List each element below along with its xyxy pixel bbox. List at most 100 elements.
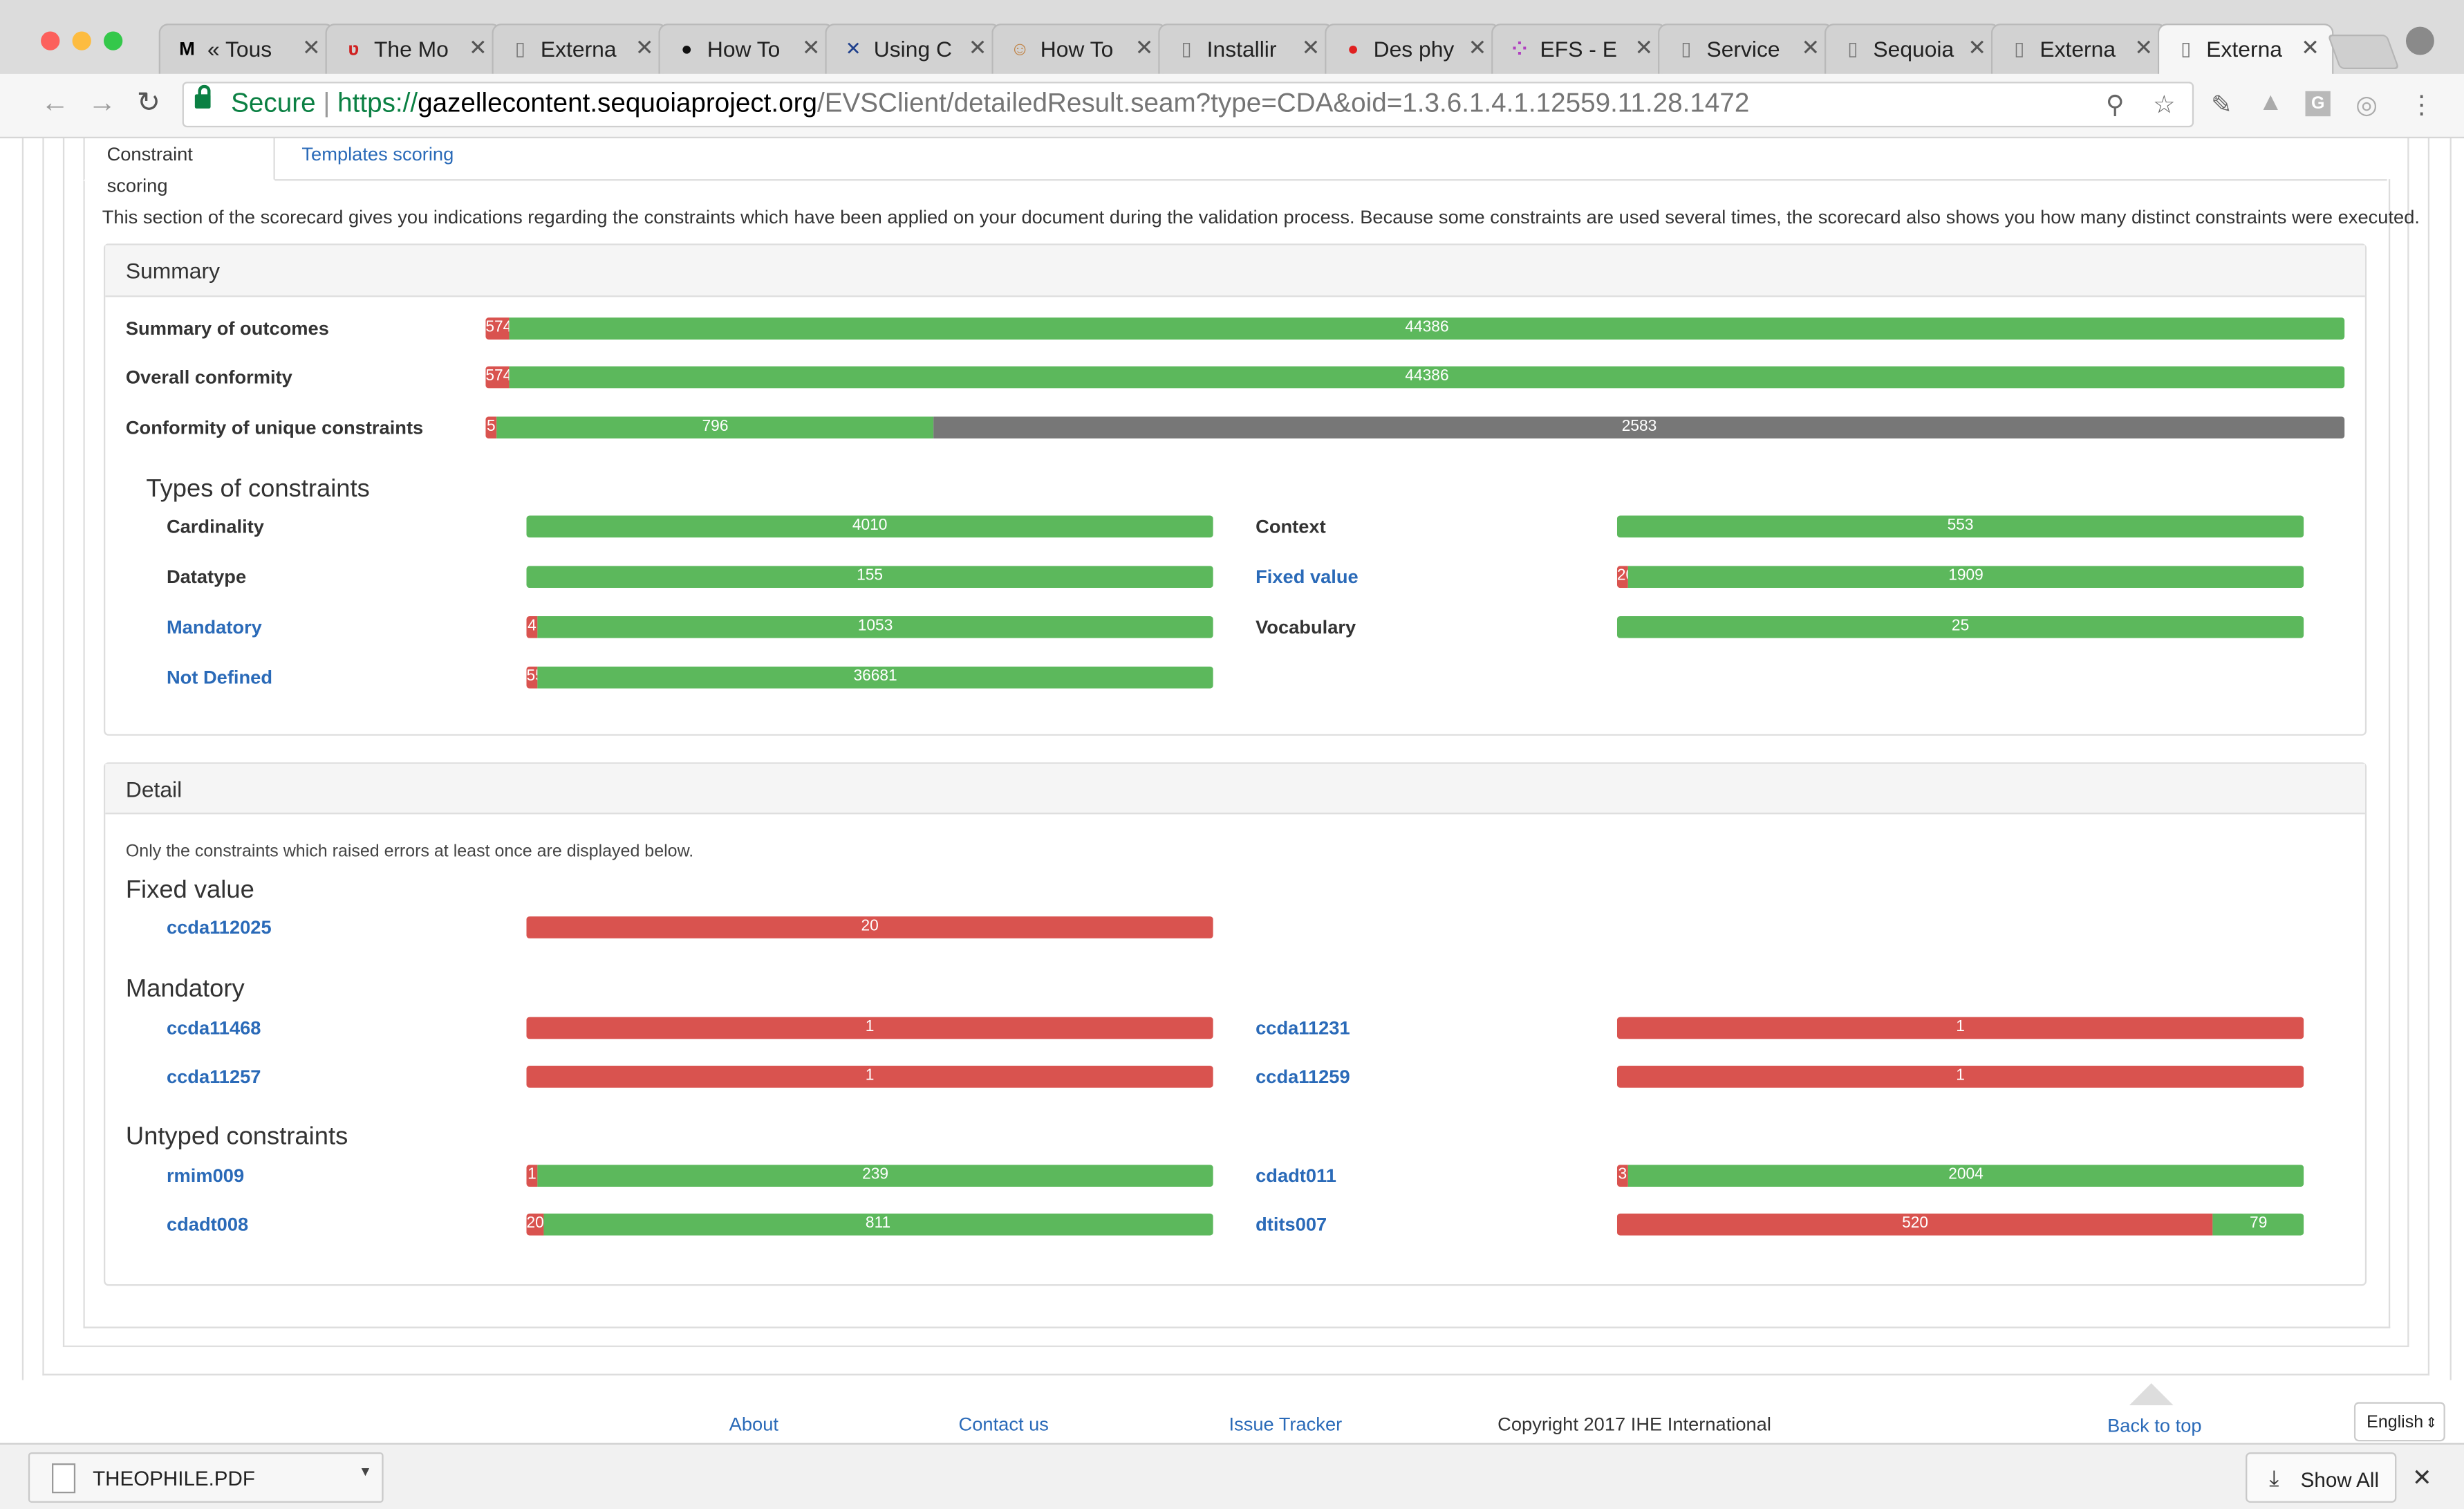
summary-title: Summary — [105, 245, 2365, 297]
back-to-top-arrow-icon — [2129, 1383, 2174, 1405]
lock-icon — [194, 84, 211, 109]
browser-tab[interactable]: ● Des phy ✕ — [1325, 24, 1501, 74]
constraint-label: Vocabulary — [1256, 615, 1356, 638]
progress-bar: 1 239 — [526, 1165, 1213, 1187]
browser-tab[interactable]: ʋ The Mo ✕ — [325, 24, 502, 74]
profile-icon[interactable] — [2405, 26, 2434, 55]
drive-extension-icon[interactable]: ▲ — [2258, 90, 2283, 118]
forward-arrow-icon[interactable]: → — [88, 86, 116, 120]
constraint-link[interactable]: cdadt008 — [167, 1214, 248, 1236]
close-tab-icon[interactable]: ✕ — [2301, 35, 2320, 62]
browser-tab[interactable]: ● How To ✕ — [658, 24, 834, 74]
constraint-link[interactable]: cdadt011 — [1256, 1165, 1336, 1187]
page-icon: ▯ — [1681, 37, 1692, 60]
show-all-button[interactable]: ⤓ Show All — [2246, 1452, 2397, 1503]
close-tab-icon[interactable]: ✕ — [802, 35, 821, 62]
error-segment: 3 — [1616, 1165, 1628, 1187]
constraint-link[interactable]: Fixed value — [1256, 566, 1359, 588]
wrench-extension-icon[interactable]: ✎ — [2211, 90, 2232, 121]
url-text[interactable]: Secure | https://gazellecontent.sequoiap… — [231, 88, 1749, 119]
browser-tab[interactable]: M « Tous ✕ — [158, 24, 335, 74]
constraint-link[interactable]: ccda11257 — [167, 1066, 261, 1088]
constraint-link[interactable]: ccda11231 — [1256, 1017, 1350, 1039]
summary-row-label: Conformity of unique constraints — [125, 416, 424, 439]
tab-constraint-scoring[interactable]: Constraint scoring — [83, 138, 275, 196]
maximize-window-button[interactable] — [104, 31, 123, 50]
close-tab-icon[interactable]: ✕ — [469, 35, 487, 62]
close-icon[interactable]: ✕ — [2412, 1463, 2432, 1492]
summary-row-label: Summary of outcomes — [125, 317, 329, 340]
contact-link[interactable]: Contact us — [959, 1413, 1049, 1435]
browser-tab[interactable]: ⁘ EFS - E ✕ — [1491, 24, 1668, 74]
tab-title: The Mo — [373, 36, 449, 62]
constraint-link[interactable]: ccda112025 — [167, 916, 272, 938]
language-select[interactable]: English ⇕ — [2353, 1402, 2445, 1442]
file-icon — [52, 1463, 76, 1494]
close-tab-icon[interactable]: ✕ — [1968, 35, 1986, 62]
minimize-window-button[interactable] — [72, 31, 91, 50]
close-tab-icon[interactable]: ✕ — [1302, 35, 1320, 62]
success-segment: 44386 — [509, 366, 2345, 389]
close-tab-icon[interactable]: ✕ — [1135, 35, 1154, 62]
github-icon: ● — [681, 37, 693, 60]
close-window-button[interactable] — [41, 31, 60, 50]
back-to-top-link[interactable]: Back to top — [2107, 1415, 2201, 1437]
bookmark-star-icon[interactable]: ☆ — [2153, 90, 2176, 121]
browser-tab[interactable]: ▯ Externa ✕ — [492, 24, 669, 74]
types-title: Types of constraints — [146, 476, 370, 503]
show-all-label: Show All — [2300, 1468, 2380, 1492]
error-segment: 20 — [526, 916, 1213, 938]
back-arrow-icon[interactable]: ← — [41, 86, 69, 120]
url-scheme: https:// — [337, 88, 418, 118]
zoom-search-icon[interactable]: ⚲ — [2106, 90, 2125, 121]
tab-title: EFS - E — [1540, 36, 1617, 62]
close-tab-icon[interactable]: ✕ — [302, 35, 321, 62]
language-value: English — [2367, 1413, 2424, 1432]
browser-tab[interactable]: ✕ Using C ✕ — [825, 24, 1001, 74]
constraint-link[interactable]: ccda11468 — [167, 1017, 261, 1039]
browser-tab[interactable]: ▯ Externa ✕ — [2157, 24, 2334, 76]
success-segment: 155 — [526, 566, 1213, 589]
browser-tab[interactable]: ▯ Sequoia ✕ — [1824, 24, 2001, 74]
error-segment: 1 — [526, 1066, 1213, 1088]
constraint-link[interactable]: Mandatory — [167, 616, 262, 638]
menu-dots-icon[interactable]: ⋮ — [2409, 90, 2434, 121]
close-tab-icon[interactable]: ✕ — [2134, 35, 2153, 62]
browser-tab[interactable]: ▯ Service ✕ — [1658, 24, 1834, 74]
progress-bar: 201909 — [1616, 566, 2304, 589]
chevron-down-icon[interactable]: ▾ — [362, 1463, 369, 1481]
close-tab-icon[interactable]: ✕ — [1468, 35, 1487, 62]
browser-tab[interactable]: ▯ Externa ✕ — [1990, 24, 2167, 74]
browser-tab[interactable]: ☺ How To ✕ — [991, 24, 1168, 74]
constraint-link[interactable]: Not Defined — [167, 667, 272, 689]
reload-icon[interactable]: ↻ — [137, 86, 160, 120]
browser-window: M « Tous ✕ ʋ The Mo ✕ ▯ Externa ✕ ● How To ✕ ✕ Using … — [0, 0, 2464, 1509]
progress-bar: 3 2004 — [1616, 1165, 2304, 1187]
error-segment: 1 — [1616, 1017, 2304, 1039]
error-segment: 520 — [1616, 1213, 2214, 1236]
close-tab-icon[interactable]: ✕ — [969, 35, 987, 62]
circle-extension-icon[interactable]: ◎ — [2355, 90, 2378, 121]
about-link[interactable]: About — [729, 1413, 778, 1435]
success-segment: 36681 — [537, 666, 1213, 689]
progress-bar: 1 — [526, 1066, 1213, 1088]
browser-tab[interactable]: ▯ Installir ✕ — [1158, 24, 1334, 74]
progress-bar: 55036681 — [526, 666, 1213, 689]
tab-line — [274, 179, 2387, 181]
progress-bar: 5 796 2583 — [485, 416, 2345, 439]
tab-templates-scoring[interactable]: Templates scoring — [280, 138, 476, 180]
constraint-link[interactable]: ccda11259 — [1256, 1066, 1350, 1088]
close-tab-icon[interactable]: ✕ — [1801, 35, 1820, 62]
download-icon: ⤓ — [2269, 1465, 2279, 1490]
constraint-link[interactable]: dtits007 — [1256, 1214, 1327, 1236]
success-segment: 25 — [1616, 615, 2304, 638]
issue-tracker-link[interactable]: Issue Tracker — [1229, 1413, 1342, 1435]
g-extension-icon[interactable]: G — [2305, 91, 2331, 117]
close-tab-icon[interactable]: ✕ — [1635, 35, 1654, 62]
copyright-text: Copyright 2017 IHE International — [1497, 1413, 1771, 1436]
new-tab-button[interactable] — [2327, 35, 2400, 70]
close-tab-icon[interactable]: ✕ — [635, 35, 654, 62]
error-segment: 550 — [526, 666, 538, 689]
constraint-link[interactable]: rmim009 — [167, 1165, 244, 1187]
page-icon: ▯ — [1181, 37, 1192, 60]
